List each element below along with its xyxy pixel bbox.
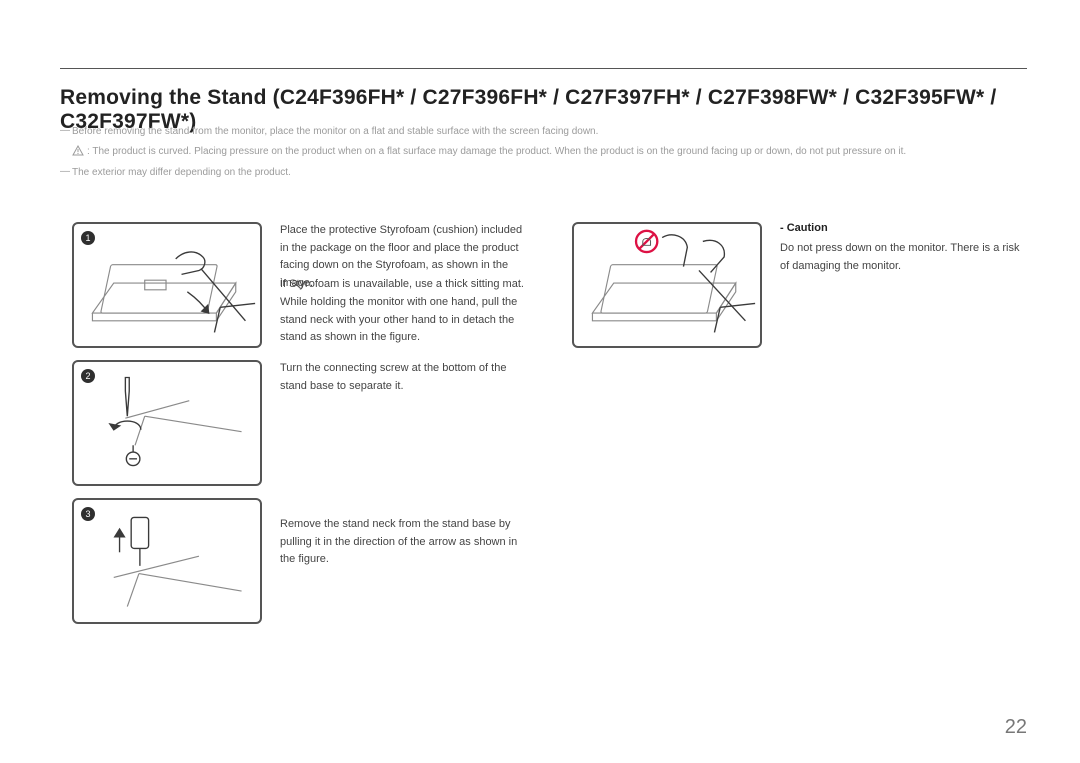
step-3-text: Remove the stand neck from the stand bas… xyxy=(280,516,530,569)
caution-heading: - Caution xyxy=(780,222,828,234)
step-number-badge: 1 xyxy=(81,231,95,245)
step-2-figure: 2 xyxy=(72,360,262,486)
note-3: ― The exterior may differ depending on t… xyxy=(60,165,1027,181)
caution-figure xyxy=(572,222,762,348)
note-text: The exterior may differ depending on the… xyxy=(72,165,291,181)
caution-text: Do not press down on the monitor. There … xyxy=(780,240,1030,275)
step-1-text-b: If Styrofoam is unavailable, use a thick… xyxy=(280,276,530,294)
dash-icon: ― xyxy=(60,123,70,139)
caution-triangle-icon xyxy=(72,145,84,156)
note-1: ― Before removing the stand from the mon… xyxy=(60,124,1027,140)
manual-page: { "heading": "Removing the Stand (C24F39… xyxy=(0,0,1080,763)
step-1-text-c: While holding the monitor with one hand,… xyxy=(280,294,530,347)
step-2-text: Turn the connecting screw at the bottom … xyxy=(280,360,530,395)
dash-icon: ― xyxy=(60,164,70,180)
page-number: 22 xyxy=(1005,716,1027,739)
notes-block: ― Before removing the stand from the mon… xyxy=(60,124,1027,185)
step-3-figure: 3 xyxy=(72,498,262,624)
note-text: Before removing the stand from the monit… xyxy=(72,124,598,140)
top-rule xyxy=(60,68,1027,69)
note-2: : The product is curved. Placing pressur… xyxy=(72,144,1027,160)
step-1-figure: 1 xyxy=(72,222,262,348)
step-number-badge: 2 xyxy=(81,369,95,383)
note-text: : The product is curved. Placing pressur… xyxy=(87,144,906,160)
step-number-badge: 3 xyxy=(81,507,95,521)
